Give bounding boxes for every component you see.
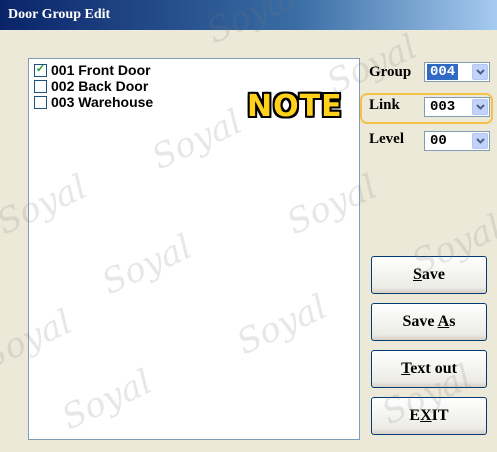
door-checkbox[interactable] <box>34 80 47 93</box>
level-label: Level <box>369 131 404 147</box>
door-label: 002 Back Door <box>51 78 149 94</box>
title-bar[interactable]: Door Group Edit <box>0 0 497 30</box>
group-select[interactable]: 004 <box>424 62 490 82</box>
save-as-button[interactable]: Save As <box>371 303 487 341</box>
link-label: Link <box>369 97 400 113</box>
door-label: 003 Warehouse <box>51 94 154 110</box>
group-value: 004 <box>427 64 459 80</box>
note-annotation: NOTE <box>247 89 343 124</box>
dropdown-button[interactable] <box>472 64 488 80</box>
level-select[interactable]: 00 <box>424 131 490 151</box>
door-group-edit-window: Door Group Edit ✓ 001 Front Door 002 Bac… <box>0 0 497 452</box>
group-label: Group <box>369 64 412 80</box>
dropdown-button[interactable] <box>472 99 488 115</box>
checkmark-icon: ✓ <box>35 63 46 75</box>
chevron-down-icon <box>476 69 485 75</box>
text-out-button[interactable]: Text out <box>371 350 487 388</box>
chevron-down-icon <box>476 138 485 144</box>
level-value: 00 <box>430 133 447 149</box>
link-value: 003 <box>430 99 456 115</box>
exit-button[interactable]: EXIT <box>371 397 487 435</box>
door-list-item[interactable]: ✓ 001 Front Door <box>29 63 359 78</box>
door-label: 001 Front Door <box>51 62 151 78</box>
save-button[interactable]: Save <box>371 256 487 294</box>
dropdown-button[interactable] <box>472 133 488 149</box>
chevron-down-icon <box>476 104 485 110</box>
link-select[interactable]: 003 <box>424 97 490 117</box>
door-checkbox[interactable] <box>34 96 47 109</box>
window-title: Door Group Edit <box>8 7 111 22</box>
door-checkbox[interactable]: ✓ <box>34 63 47 77</box>
